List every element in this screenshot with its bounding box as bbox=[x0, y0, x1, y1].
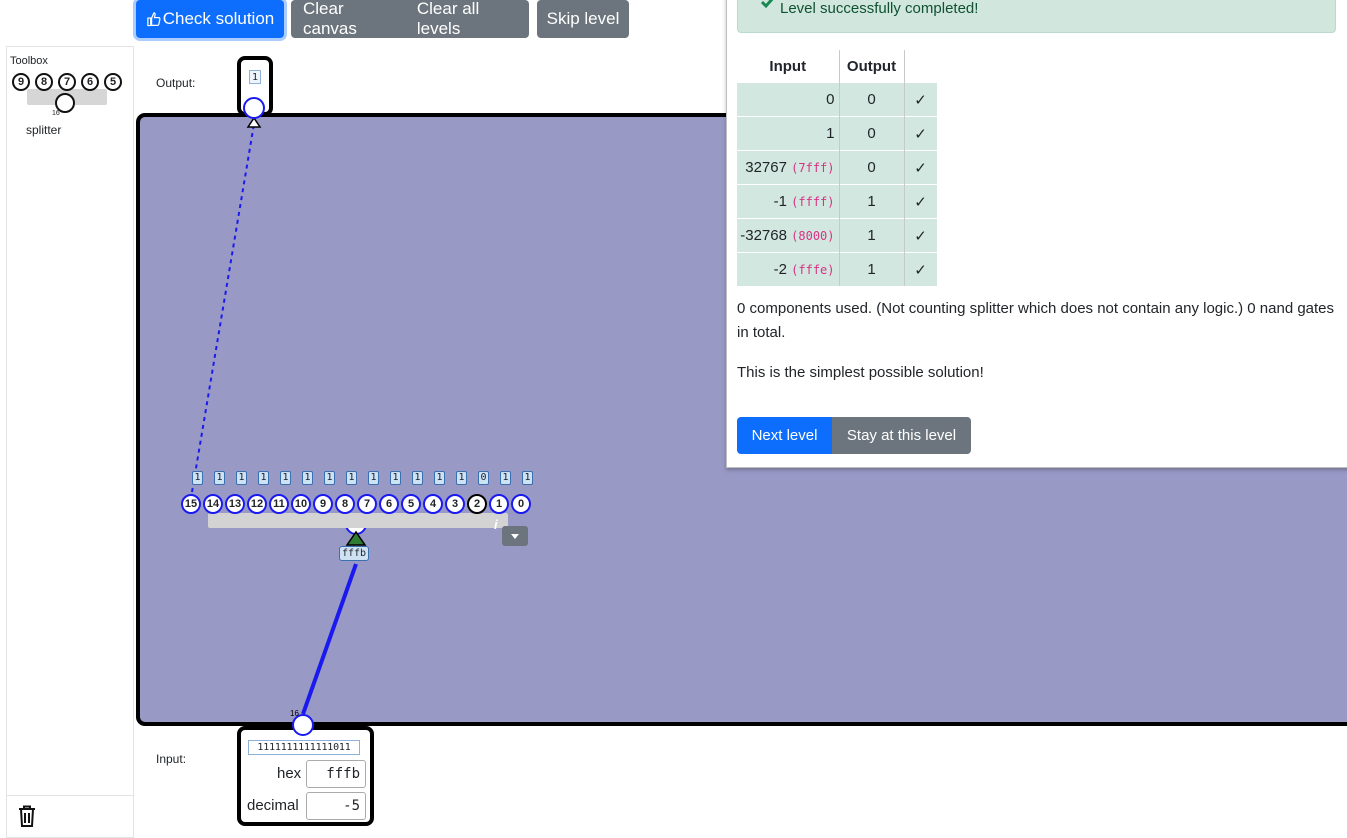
splitter-bar[interactable] bbox=[208, 513, 508, 528]
bit-value: 1 bbox=[236, 471, 247, 485]
bit-value: 1 bbox=[522, 471, 533, 485]
truth-table: Input Output 0 0 ✓ 1 0 ✓ 32767 (7fff) 0 … bbox=[737, 50, 937, 286]
next-level-button[interactable]: Next level bbox=[737, 417, 832, 454]
bit-value: 1 bbox=[192, 471, 203, 485]
splitter-output-pin[interactable]: 2 bbox=[467, 494, 487, 514]
info-icon[interactable]: i bbox=[494, 517, 498, 532]
success-alert: Level successfully completed! bbox=[737, 0, 1336, 33]
checkmark-icon: ✓ bbox=[904, 252, 937, 286]
table-row: 0 0 ✓ bbox=[737, 82, 937, 117]
table-row: 32767 (7fff) 0 ✓ bbox=[737, 150, 937, 185]
splitter-output-pin[interactable]: 9 bbox=[313, 494, 333, 514]
checkmark-icon: ✓ bbox=[904, 218, 937, 253]
splitter-output-pin[interactable]: 14 bbox=[203, 494, 223, 514]
bit-value: 0 bbox=[478, 471, 489, 485]
splitter-output-pin[interactable]: 0 bbox=[511, 494, 531, 514]
table-row: -1 (ffff) 1 ✓ bbox=[737, 184, 937, 219]
checkmark-icon: ✓ bbox=[904, 82, 937, 117]
splitter-output-pin[interactable]: 8 bbox=[335, 494, 355, 514]
input-cell: 32767 (7fff) bbox=[737, 150, 840, 185]
splitter-output-pin[interactable]: 4 bbox=[423, 494, 443, 514]
bit-value: 1 bbox=[346, 471, 357, 485]
bit-value: 1 bbox=[456, 471, 467, 485]
output-cell: 1 bbox=[839, 218, 905, 253]
input-cell: 0 bbox=[737, 82, 840, 117]
checkmark-icon: ✓ bbox=[904, 116, 937, 151]
output-cell: 0 bbox=[839, 116, 905, 151]
checkmark-icon: ✓ bbox=[904, 150, 937, 185]
input-wire[interactable] bbox=[301, 563, 358, 715]
success-alert-text: Level successfully completed! bbox=[780, 0, 979, 17]
splitter-output-pin[interactable]: 1 bbox=[489, 494, 509, 514]
output-cell: 0 bbox=[839, 82, 905, 117]
output-pin-arrow bbox=[246, 116, 262, 128]
splitter-direction-arrow bbox=[345, 530, 367, 546]
bit-value: 1 bbox=[412, 471, 423, 485]
output-cell: 1 bbox=[839, 252, 905, 286]
components-summary: 0 components used. (Not counting splitte… bbox=[737, 300, 1335, 341]
splitter-output-pin[interactable]: 5 bbox=[401, 494, 421, 514]
input-pin[interactable] bbox=[292, 714, 314, 736]
output-cell: 0 bbox=[839, 150, 905, 185]
result-popup: Level successfully completed! Input Outp… bbox=[726, 0, 1347, 468]
splitter-output-pin[interactable]: 10 bbox=[291, 494, 311, 514]
input-cell: -2 (fffe) bbox=[737, 252, 840, 286]
simplest-solution-text: This is the simplest possible solution! bbox=[737, 364, 984, 381]
checkmark-icon: ✓ bbox=[904, 184, 937, 219]
next-level-label: Next level bbox=[751, 427, 818, 444]
truth-table-header: Input Output bbox=[737, 50, 937, 83]
splitter-output-pin[interactable]: 7 bbox=[357, 494, 377, 514]
bit-value: 1 bbox=[302, 471, 313, 485]
bit-value: 1 bbox=[500, 471, 511, 485]
bit-value: 1 bbox=[214, 471, 225, 485]
input-cell: -1 (ffff) bbox=[737, 184, 840, 219]
column-header: Input bbox=[737, 50, 840, 83]
table-row: -2 (fffe) 1 ✓ bbox=[737, 252, 937, 286]
splitter-output-pin[interactable]: 13 bbox=[225, 494, 245, 514]
table-row: 1 0 ✓ bbox=[737, 116, 937, 151]
input-cell: -32768 (8000) bbox=[737, 218, 840, 253]
bit-value: 1 bbox=[258, 471, 269, 485]
column-header: Output bbox=[839, 50, 905, 83]
stay-at-level-button[interactable]: Stay at this level bbox=[832, 417, 971, 454]
splitter-output-pin[interactable]: 3 bbox=[445, 494, 465, 514]
input-wire-width-label: 16 bbox=[290, 709, 299, 718]
splitter-hex-value: fffb bbox=[339, 546, 369, 561]
check-icon bbox=[760, 0, 774, 9]
table-row: -32768 (8000) 1 ✓ bbox=[737, 218, 937, 253]
output-pin[interactable] bbox=[243, 97, 265, 119]
output-wire[interactable] bbox=[191, 123, 255, 493]
splitter-dropdown-button[interactable] bbox=[502, 526, 528, 546]
column-header bbox=[904, 50, 937, 83]
bit-value: 1 bbox=[434, 471, 445, 485]
splitter-output-pin[interactable]: 6 bbox=[379, 494, 399, 514]
output-cell: 1 bbox=[839, 184, 905, 219]
stay-at-level-label: Stay at this level bbox=[846, 427, 957, 444]
bit-value: 1 bbox=[390, 471, 401, 485]
bit-value: 1 bbox=[368, 471, 379, 485]
input-cell: 1 bbox=[737, 116, 840, 151]
splitter-output-pin[interactable]: 11 bbox=[269, 494, 289, 514]
bit-value: 1 bbox=[280, 471, 291, 485]
bit-value: 1 bbox=[324, 471, 335, 485]
splitter-output-pin[interactable]: 15 bbox=[181, 494, 201, 514]
splitter-output-pin[interactable]: 12 bbox=[247, 494, 267, 514]
